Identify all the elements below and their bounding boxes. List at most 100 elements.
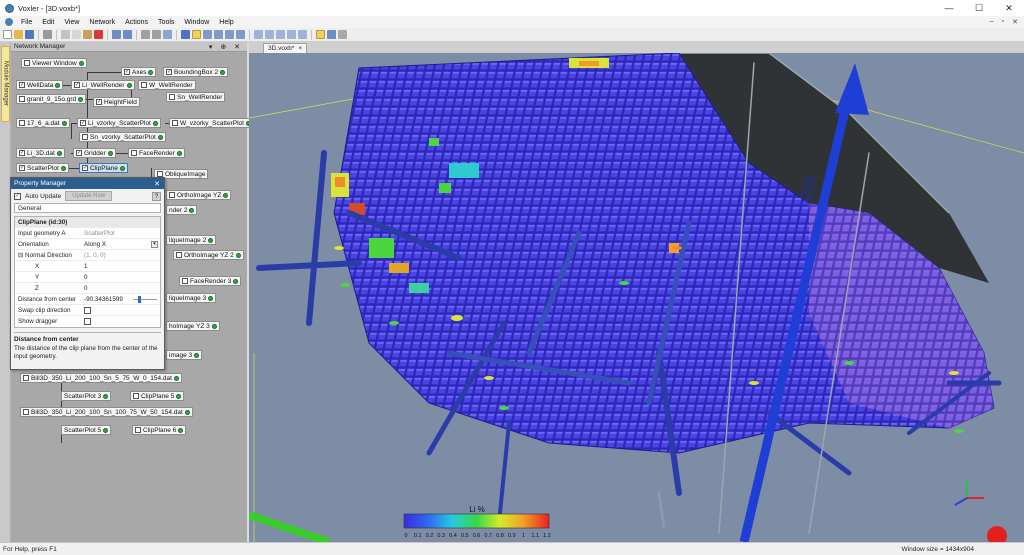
maximize-button[interactable]: ☐ xyxy=(964,0,994,16)
node-granit-grid[interactable]: granit_9_15o.grd xyxy=(16,94,87,104)
zoom-in-icon[interactable] xyxy=(141,30,150,39)
node-checkbox[interactable] xyxy=(19,120,25,126)
tab-general[interactable]: General xyxy=(14,203,161,213)
seek-icon[interactable] xyxy=(236,30,245,39)
help-button[interactable]: ? xyxy=(152,191,161,201)
node-checkbox[interactable]: ✓ xyxy=(80,120,86,126)
node-ortho-image-yz[interactable]: OrthoImage YZ xyxy=(166,190,232,200)
node-checkbox[interactable] xyxy=(23,375,29,381)
view-side-icon[interactable] xyxy=(276,30,285,39)
node-sn-well-render[interactable]: Sn_WellRender xyxy=(166,92,226,102)
close-button[interactable]: ✕ xyxy=(994,0,1024,16)
property-row-show-dragger[interactable]: Show dragger xyxy=(15,316,160,327)
node-checkbox[interactable] xyxy=(19,96,25,102)
node-scatter-plot-3[interactable]: ScatterPlot 3 xyxy=(61,391,112,401)
node-checkbox[interactable] xyxy=(176,252,182,258)
node-li-well-render[interactable]: ✓ Li_WellRender xyxy=(71,80,135,90)
menu-tools[interactable]: Tools xyxy=(153,19,179,26)
3d-viewport[interactable]: Q03 Li % 0 0.1 0.2 0.3 0.4 0.5 0.6 0.7 0.8 0.9 1 1.… xyxy=(249,53,1024,542)
node-checkbox[interactable]: ✓ xyxy=(166,69,172,75)
node-li-3d[interactable]: ✓ Li_3D.dat xyxy=(16,148,65,158)
redo-icon[interactable] xyxy=(123,30,132,39)
node-bounding-box-2[interactable]: ✓ BoundingBox 2 xyxy=(163,67,229,77)
node-checkbox[interactable]: ✓ xyxy=(19,82,25,88)
node-face-render[interactable]: FaceRender xyxy=(128,148,185,158)
panel-controls[interactable]: ▾ ⊕ ✕ xyxy=(209,43,243,51)
node-checkbox[interactable]: ✓ xyxy=(124,69,130,75)
distance-value-field[interactable]: -90.34361599 xyxy=(84,296,123,303)
x-value-field[interactable]: 1 xyxy=(81,261,160,272)
node-clip-plane[interactable]: ✓ ClipPlane xyxy=(79,163,128,173)
node-well-data[interactable]: ✓ WellData xyxy=(16,80,64,90)
node-checkbox[interactable] xyxy=(135,427,141,433)
pick-icon[interactable] xyxy=(316,30,325,39)
node-axes[interactable]: ✓ Axes xyxy=(121,67,157,77)
mdi-restore-button[interactable]: ▫ xyxy=(1002,18,1004,26)
minimize-button[interactable]: — xyxy=(934,0,964,16)
menu-window[interactable]: Window xyxy=(179,19,214,26)
node-ortho-image-yz-2[interactable]: OrthoImage YZ 2 xyxy=(173,250,244,260)
zoom-icon[interactable] xyxy=(225,30,234,39)
property-row-normal-direction[interactable]: ⊟ Normal Direction (1, 0, 0) xyxy=(15,250,160,261)
node-oblique-image-2[interactable]: liqueImage 2 xyxy=(166,235,217,245)
node-checkbox[interactable] xyxy=(141,82,147,88)
property-manager-title-bar[interactable]: Property Manager ✕ xyxy=(11,178,164,189)
mdi-close-button[interactable]: ✕ xyxy=(1012,18,1018,26)
node-checkbox[interactable] xyxy=(133,393,139,399)
property-row-orientation[interactable]: Orientation Along X ▾ xyxy=(15,239,160,250)
menu-edit[interactable]: Edit xyxy=(37,19,59,26)
node-viewer-window[interactable]: Viewer Window xyxy=(21,58,87,68)
node-oblique-image-3[interactable]: liqueImage 3 xyxy=(166,293,217,303)
property-row-swap-clip[interactable]: Swap clip direction xyxy=(15,305,160,316)
menu-file[interactable]: File xyxy=(16,19,37,26)
node-face-render-2[interactable]: nder 2 xyxy=(166,205,198,215)
property-manager-close-icon[interactable]: ✕ xyxy=(154,180,160,188)
node-bill3d-2[interactable]: Bill3D_350_Li_200_100_Sn_100_75_W_50_154… xyxy=(20,407,193,417)
property-section-header[interactable]: ClipPlane (id:30) xyxy=(15,217,160,228)
node-checkbox[interactable] xyxy=(182,278,188,284)
node-li-vzorky-scatterplot[interactable]: ✓ Li_vzorky_ScatterPlot xyxy=(77,118,161,128)
module-manager-tab[interactable]: Module Manager xyxy=(1,46,10,122)
node-ortho-image-yz-3[interactable]: hoImage YZ 3 xyxy=(166,321,220,331)
orientation-dropdown[interactable]: Along X xyxy=(84,241,106,248)
node-checkbox[interactable] xyxy=(23,409,29,415)
zoom-out-icon[interactable] xyxy=(152,30,161,39)
tab-close-icon[interactable]: × xyxy=(298,45,302,52)
new-icon[interactable] xyxy=(3,30,12,39)
view-iso-icon[interactable] xyxy=(287,30,296,39)
y-value-field[interactable]: 0 xyxy=(81,272,160,283)
measure-icon[interactable] xyxy=(327,30,336,39)
capture-icon[interactable] xyxy=(338,30,347,39)
node-checkbox[interactable] xyxy=(24,60,30,66)
property-row-z[interactable]: Z 0 xyxy=(15,283,160,294)
node-checkbox[interactable]: ✓ xyxy=(19,150,25,156)
copy-icon[interactable] xyxy=(72,30,81,39)
auto-update-checkbox[interactable]: ✓ xyxy=(14,192,21,200)
pan-icon[interactable] xyxy=(214,30,223,39)
property-row-input-geometry[interactable]: Input geometry A ScatterPlot xyxy=(15,228,160,239)
cut-icon[interactable] xyxy=(61,30,70,39)
save-icon[interactable] xyxy=(25,30,34,39)
node-checkbox[interactable] xyxy=(82,134,88,140)
menu-view[interactable]: View xyxy=(59,19,84,26)
node-w-well-render[interactable]: W_WellRender xyxy=(138,80,196,90)
node-sn-vzorky-scatterplot[interactable]: Sn_vzorky_ScatterPlot xyxy=(79,132,166,142)
perspective-icon[interactable] xyxy=(298,30,307,39)
delete-icon[interactable] xyxy=(94,30,103,39)
z-value-field[interactable]: 0 xyxy=(81,283,160,294)
menu-help[interactable]: Help xyxy=(214,19,238,26)
menu-actions[interactable]: Actions xyxy=(120,19,153,26)
node-gridder[interactable]: ✓ Gridder xyxy=(73,148,116,158)
node-clip-plane-5[interactable]: ClipPlane 5 xyxy=(130,391,185,401)
property-row-y[interactable]: Y 0 xyxy=(15,272,160,283)
swap-clip-checkbox[interactable] xyxy=(84,306,91,314)
property-row-distance[interactable]: Distance from center -90.34361599 xyxy=(15,294,160,305)
fit-icon[interactable] xyxy=(163,30,172,39)
3d-scene[interactable]: Q03 Li % 0 0.1 0.2 0.3 0.4 0.5 0.6 0.7 0.8 0.9 1 1.… xyxy=(249,53,1024,542)
undo-icon[interactable] xyxy=(112,30,121,39)
distance-slider-handle[interactable] xyxy=(138,295,141,303)
view-front-icon[interactable] xyxy=(254,30,263,39)
update-now-button[interactable]: Update Now xyxy=(65,191,113,201)
rotate-icon[interactable] xyxy=(203,30,212,39)
node-bill3d-1[interactable]: Bill3D_350_Li_200_100_Sn_5_75_W_0_154.da… xyxy=(20,373,182,383)
